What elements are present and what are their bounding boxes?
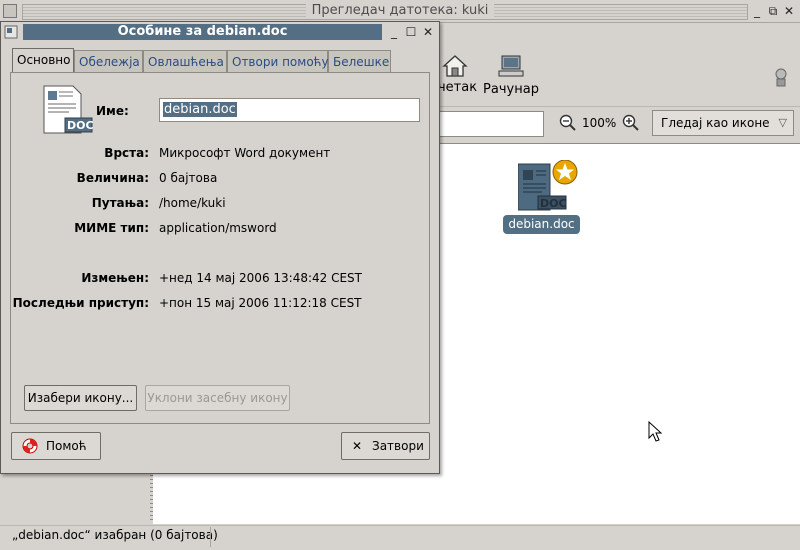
mime-value: application/msword — [159, 221, 277, 235]
computer-label: Рачунар — [483, 82, 539, 97]
zoom-out-icon[interactable] — [559, 114, 577, 132]
close-button[interactable]: ✕ Затвори — [341, 432, 430, 460]
tab-emblems[interactable]: Обележја — [74, 50, 143, 72]
doc-badge-large: DOC — [67, 119, 93, 132]
tab-open-with[interactable]: Отвори помоћу — [227, 50, 329, 72]
modified-value: +нед 14 мај 2006 13:48:42 CEST — [159, 271, 363, 285]
mime-label: МИМЕ тип: — [74, 221, 149, 235]
name-input-value: debian.doc — [163, 102, 237, 117]
close-x-icon: ✕ — [352, 439, 363, 453]
type-label: Врста: — [104, 146, 149, 160]
chevron-down-icon: ▽ — [778, 116, 787, 129]
document-icon: DOC — [43, 85, 94, 134]
name-input[interactable]: debian.doc — [159, 98, 420, 122]
background-window-title: Прегледач датотека: kuki — [305, 3, 495, 18]
modified-label: Измењен: — [81, 271, 149, 285]
background-window-title-wrap: Прегледач датотека: kuki — [0, 3, 800, 18]
close-icon[interactable]: ✕ — [421, 25, 435, 39]
path-value: /home/kuki — [159, 196, 226, 210]
file-item-label[interactable]: debian.doc — [503, 215, 580, 234]
throbber-icon — [775, 68, 787, 87]
path-label: Путања: — [91, 196, 149, 210]
view-as-select[interactable]: Гледај као иконе ▽ — [652, 110, 794, 136]
zoom-level: 100% — [582, 116, 617, 130]
properties-dialog: Особине за debian.doc _ ☐ ✕ Основно Обел… — [0, 21, 440, 474]
type-value: Микрософт Word документ — [159, 146, 331, 160]
minimize-icon[interactable]: _ — [750, 4, 764, 18]
help-button[interactable]: Помоћ — [11, 432, 101, 460]
home-label: четак — [438, 80, 478, 95]
accessed-value: +пон 15 мај 2006 11:12:18 CEST — [159, 296, 362, 310]
tab-notes[interactable]: Белешке — [328, 50, 391, 72]
dialog-menu-icon[interactable] — [4, 25, 18, 39]
view-as-select-value: Гледај као иконе — [661, 116, 770, 130]
accessed-label: Последњи приступ: — [12, 296, 149, 310]
size-label: Величина: — [76, 171, 149, 185]
help-button-label: Помоћ — [46, 439, 87, 453]
home-icon — [442, 55, 468, 77]
size-value: 0 бајтова — [159, 171, 218, 185]
dialog-title: Особине за debian.doc — [117, 24, 288, 39]
tab-basic[interactable]: Основно — [12, 48, 74, 73]
restore-icon[interactable]: ⧉ — [766, 4, 780, 18]
choose-icon-button[interactable]: Изабери икону... — [24, 385, 137, 411]
doc-badge: DOC — [540, 197, 567, 210]
name-label: Име: — [96, 104, 129, 118]
lifebuoy-icon — [22, 438, 38, 454]
close-icon[interactable]: ✕ — [782, 4, 796, 18]
minimize-icon[interactable]: _ — [387, 25, 401, 39]
file-icon-large[interactable]: DOC — [43, 85, 94, 138]
maximize-icon[interactable]: ☐ — [404, 25, 418, 39]
document-icon: DOC — [517, 159, 578, 211]
file-item-debian-doc[interactable]: DOC — [517, 159, 580, 219]
close-button-label: Затвори — [372, 439, 424, 453]
status-separator — [210, 527, 211, 547]
mouse-pointer-icon — [648, 421, 662, 442]
computer-icon — [498, 55, 524, 77]
zoom-in-icon[interactable] — [622, 114, 640, 132]
tab-permissions[interactable]: Овлашћења — [143, 50, 227, 72]
remove-custom-icon-button[interactable]: Уклони засебну икону — [145, 385, 290, 411]
status-text: „debian.doc“ изабран (0 бајтова) — [12, 528, 218, 542]
computer-button[interactable]: Рачунар — [476, 54, 546, 100]
